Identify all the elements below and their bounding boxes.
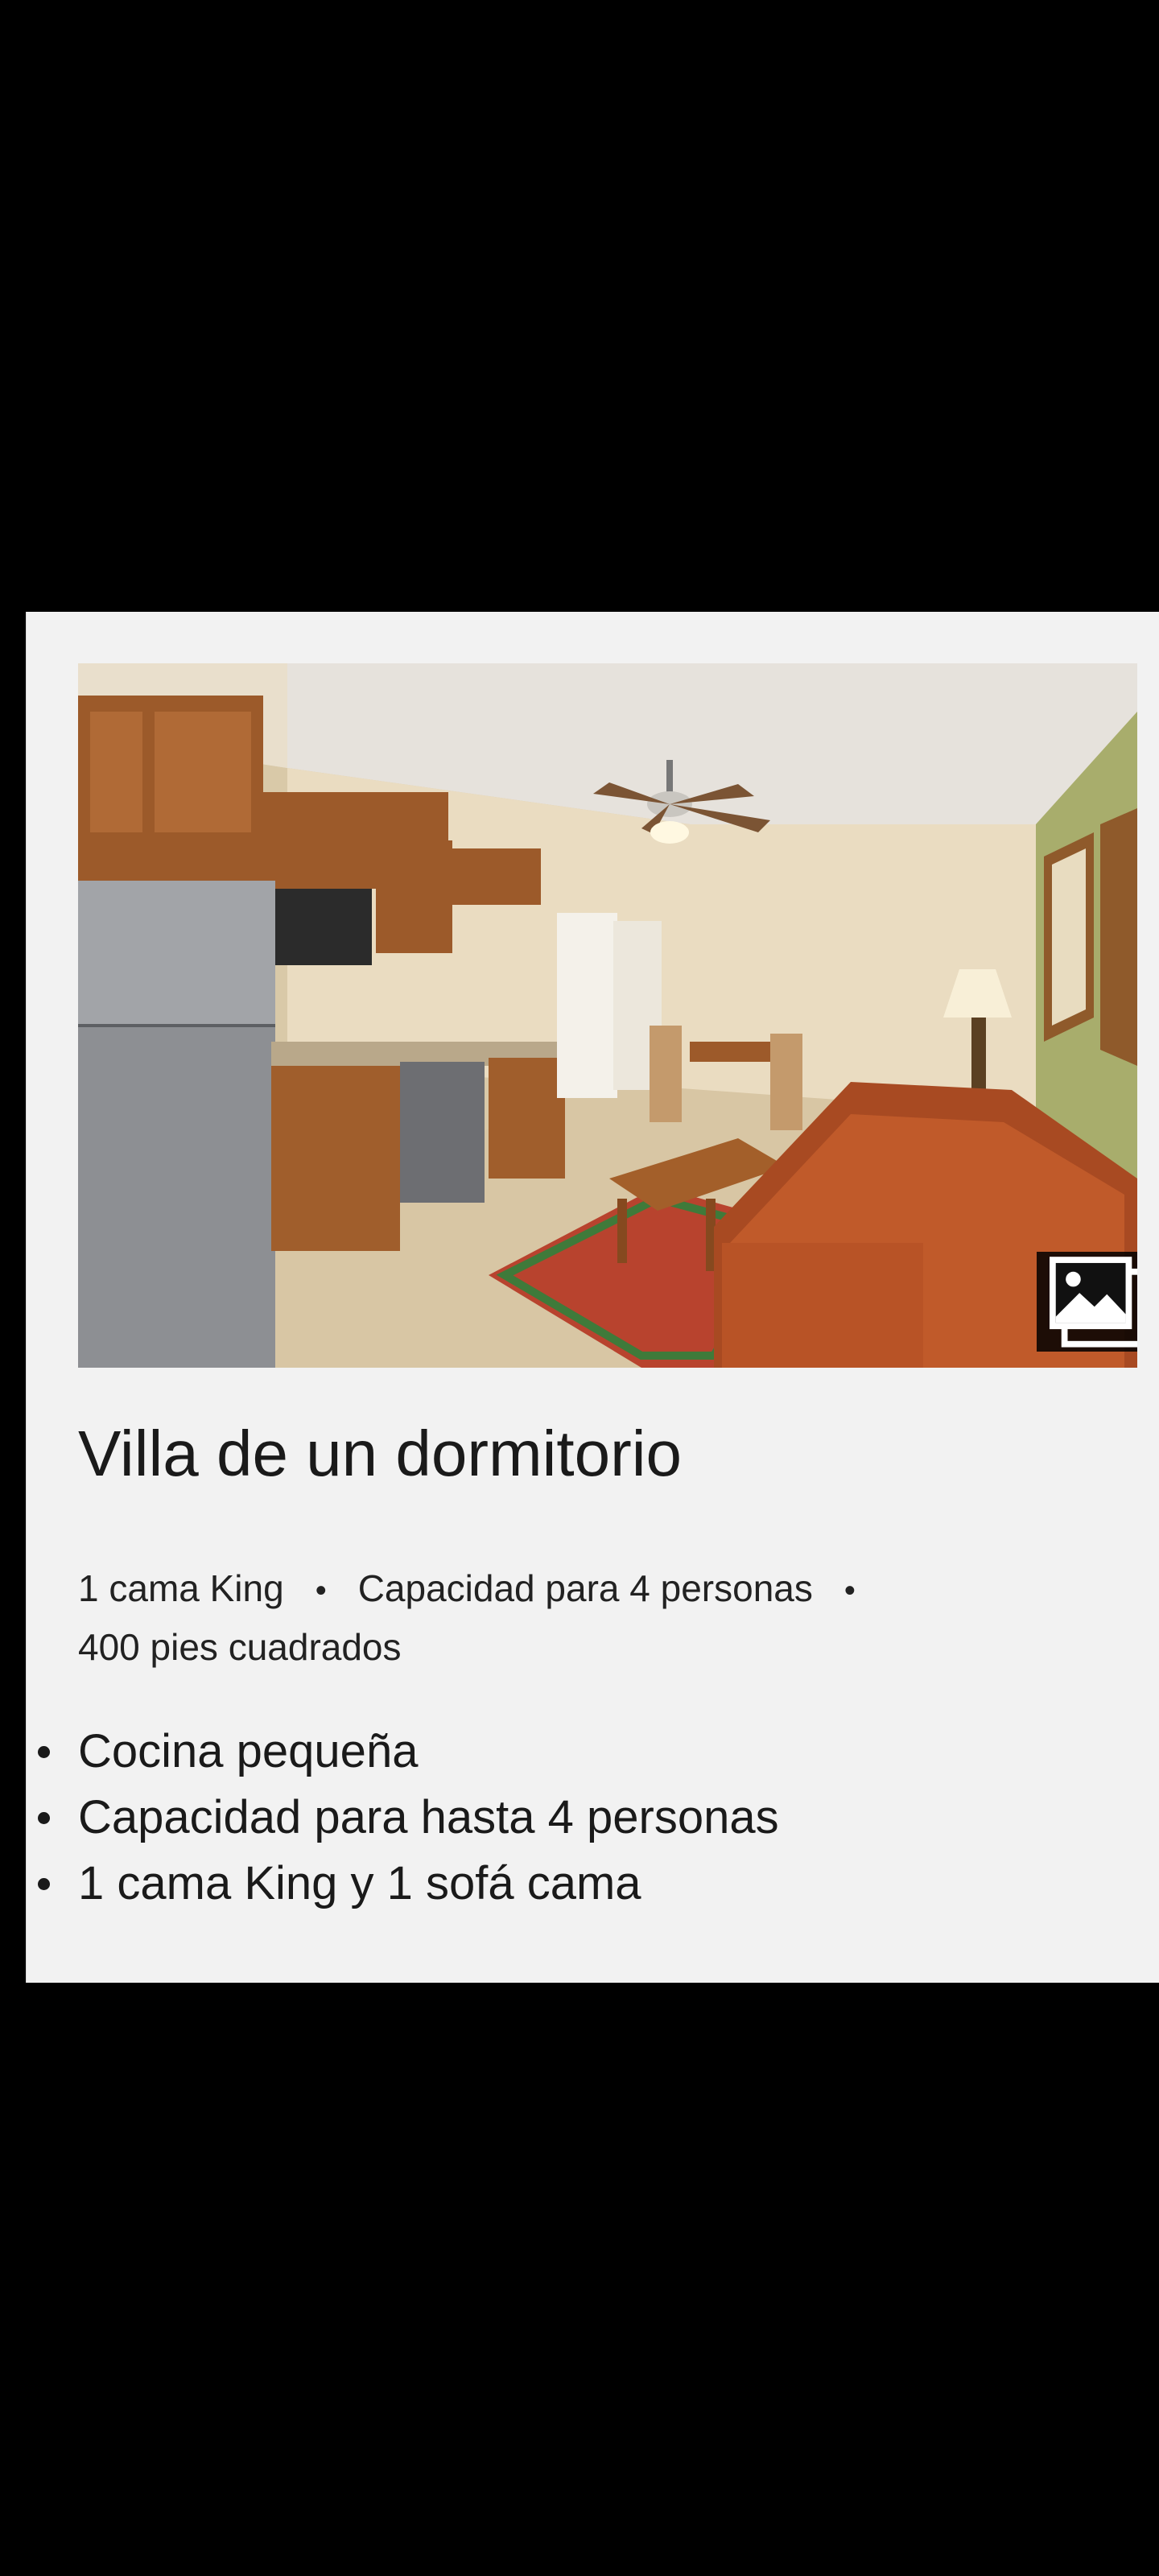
room-title: Villa de un dormitorio bbox=[78, 1418, 683, 1489]
room-card: Villa de un dormitorio 1 cama King • Capac… bbox=[26, 612, 1159, 1983]
feature-item: Cocina pequeña bbox=[38, 1719, 779, 1785]
spec-capacity: Capacidad para 4 personas bbox=[357, 1567, 813, 1609]
spec-separator: • bbox=[315, 1573, 327, 1608]
image-gallery-icon bbox=[1050, 1257, 1137, 1348]
spec-separator: • bbox=[843, 1573, 856, 1608]
feature-item: 1 cama King y 1 sofá cama bbox=[38, 1851, 779, 1917]
spec-size: 400 pies cuadrados bbox=[78, 1626, 402, 1668]
feature-item: Capacidad para hasta 4 personas bbox=[38, 1785, 779, 1851]
feature-list: Cocina pequeña Capacidad para hasta 4 pe… bbox=[38, 1719, 779, 1917]
room-specs: 1 cama King • Capacidad para 4 personas • 40… bbox=[78, 1560, 1060, 1675]
room-photo[interactable] bbox=[78, 663, 1137, 1368]
gallery-button[interactable] bbox=[1037, 1252, 1137, 1352]
room-photo-illustration bbox=[78, 663, 1137, 1368]
spec-bed: 1 cama King bbox=[78, 1567, 284, 1609]
